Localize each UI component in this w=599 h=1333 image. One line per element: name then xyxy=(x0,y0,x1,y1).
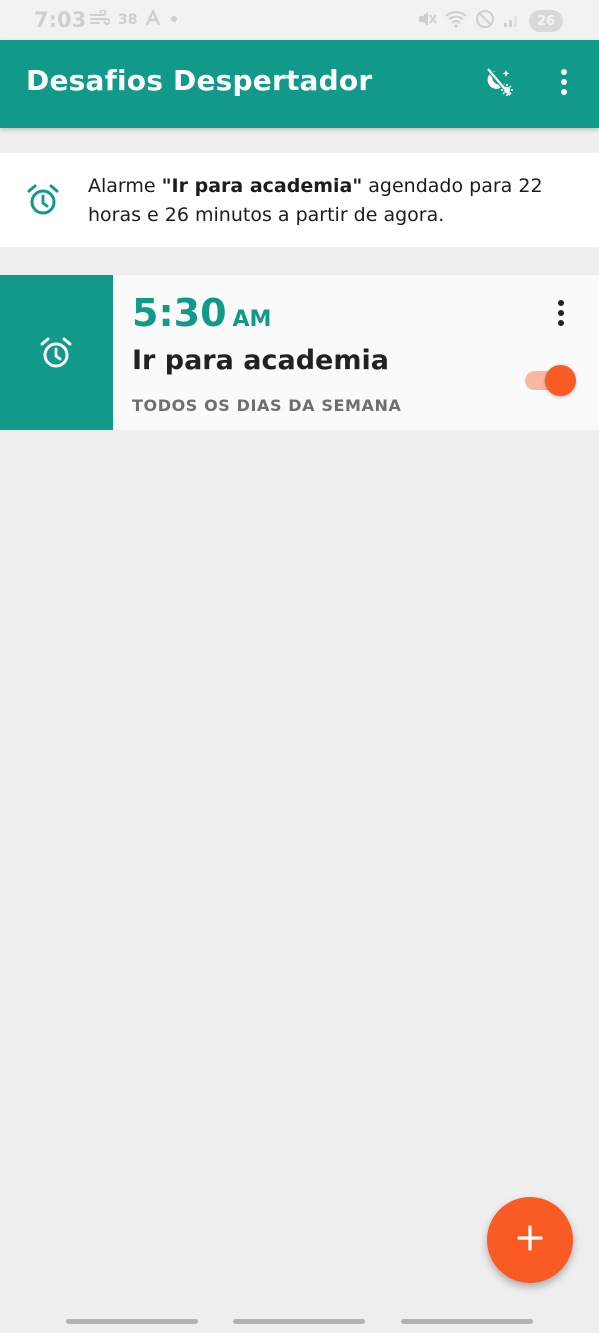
dot-icon xyxy=(169,12,179,28)
alarm-time[interactable]: 5:30 AM xyxy=(132,291,271,335)
notice-prefix: Alarme xyxy=(88,175,162,197)
notice-text: Alarme "Ir para academia" agendado para … xyxy=(88,172,578,230)
more-options-button[interactable] xyxy=(542,62,586,106)
wind-icon xyxy=(90,9,111,30)
nav-recents-handle[interactable] xyxy=(66,1319,198,1324)
alarm-card[interactable]: 5:30 AM Ir para academia TODOS OS DIAS DA… xyxy=(0,275,599,430)
alarm-enabled-toggle[interactable] xyxy=(523,364,577,396)
notification-count: 38 xyxy=(118,12,138,28)
alarm-ampm: AM xyxy=(232,307,272,332)
more-vertical-icon xyxy=(560,68,568,100)
alarm-time-value: 5:30 xyxy=(132,291,227,335)
alarm-clock-icon xyxy=(26,183,60,217)
theme-toggle-icon xyxy=(482,65,516,103)
alarm-label: Ir para academia xyxy=(132,345,389,376)
app-bar: Desafios Despertador xyxy=(0,40,599,128)
status-time: 7:03 xyxy=(34,8,87,32)
notice-alarm-name: "Ir para academia" xyxy=(161,175,363,197)
status-left-icons: 38 xyxy=(90,7,179,30)
theme-toggle-button[interactable] xyxy=(477,62,521,106)
status-bar: 7:03 38 26 xyxy=(0,0,599,40)
status-right-icons: 26 xyxy=(417,9,563,33)
alarm-side-panel xyxy=(0,275,113,430)
alarm-options-button[interactable] xyxy=(546,295,576,335)
plus-icon xyxy=(516,1224,544,1256)
add-alarm-button[interactable] xyxy=(487,1197,573,1283)
app-title: Desafios Despertador xyxy=(26,64,373,97)
dnd-icon xyxy=(475,9,495,33)
nav-home-handle[interactable] xyxy=(233,1319,365,1324)
more-vertical-icon xyxy=(557,299,565,331)
mute-icon xyxy=(417,10,437,32)
nav-back-handle[interactable] xyxy=(401,1319,533,1324)
signal-icon xyxy=(503,10,521,32)
wifi-icon xyxy=(445,10,467,32)
toggle-thumb xyxy=(545,365,576,396)
next-alarm-notice: Alarme "Ir para academia" agendado para … xyxy=(0,153,599,247)
alarm-days: TODOS OS DIAS DA SEMANA xyxy=(132,396,402,415)
battery-indicator: 26 xyxy=(529,10,563,32)
alarm-clock-icon xyxy=(39,336,73,370)
navigation-bar xyxy=(0,1305,599,1333)
a-icon xyxy=(145,7,161,30)
